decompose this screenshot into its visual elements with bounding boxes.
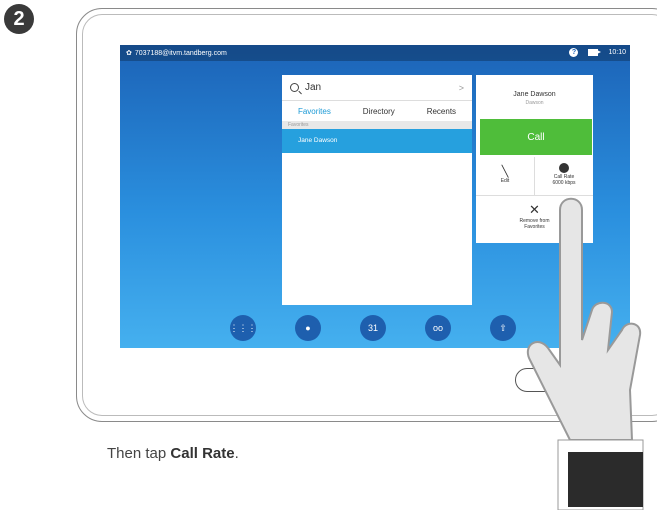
tab-favorites[interactable]: Favorites: [298, 107, 331, 116]
contacts-panel: Jan > Favorites Directory Recents Favori…: [282, 75, 472, 305]
step-number-badge: 2: [4, 4, 34, 34]
voicemail-icon[interactable]: oo: [425, 315, 451, 341]
search-icon: [290, 83, 299, 92]
keypad-icon[interactable]: ⋮⋮⋮: [230, 315, 257, 341]
tabs: Favorites Directory Recents: [282, 101, 472, 121]
caption-prefix: Then tap: [107, 445, 171, 462]
gear-icon: ✿: [126, 50, 132, 57]
camera-icon[interactable]: [588, 49, 602, 56]
caption-bold: Call Rate: [170, 445, 235, 462]
contact-name: Jane Dawson: [513, 91, 556, 98]
calendar-day: 31: [367, 323, 378, 333]
search-input[interactable]: Jan: [305, 82, 321, 93]
chevron-right-icon[interactable]: >: [459, 83, 464, 93]
clock: 10:10: [608, 49, 626, 56]
list-section-header: Favorites: [282, 121, 472, 129]
help-icon[interactable]: ?: [569, 48, 579, 57]
pencil-icon: ╲: [501, 166, 509, 178]
tab-recents[interactable]: Recents: [427, 107, 456, 116]
contact-subtitle: Dawson: [525, 100, 544, 106]
status-bar: ✿ 7037188@itvm.tandberg.com ? 10:10: [120, 45, 630, 61]
edit-label: Edit: [500, 178, 510, 184]
gauge-icon: [559, 163, 569, 173]
tab-directory[interactable]: Directory: [363, 107, 395, 116]
pointing-hand-icon: [527, 197, 644, 510]
call-button[interactable]: Call: [480, 119, 592, 155]
sip-uri-label: 7037188@itvm.tandberg.com: [134, 49, 227, 57]
sip-uri[interactable]: ✿ 7037188@itvm.tandberg.com: [126, 49, 227, 58]
search-field[interactable]: Jan >: [282, 75, 472, 101]
instruction-caption: Then tap Call Rate.: [107, 445, 239, 462]
caption-suffix: .: [234, 445, 239, 462]
contacts-icon[interactable]: ●: [295, 315, 321, 341]
list-item[interactable]: Jane Dawson: [282, 129, 472, 153]
call-rate-value: 6000 kbps: [552, 180, 576, 186]
calendar-icon[interactable]: 31: [360, 315, 386, 341]
step-number: 2: [13, 7, 25, 30]
